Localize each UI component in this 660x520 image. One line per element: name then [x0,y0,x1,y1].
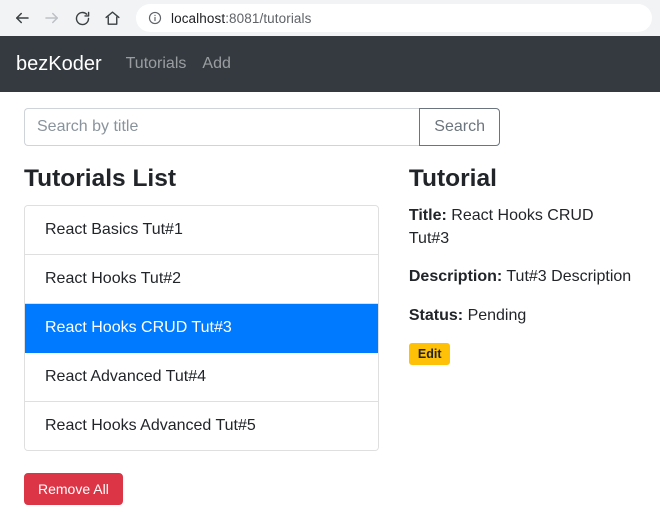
address-bar[interactable]: localhost:8081/tutorials [136,4,652,32]
arrow-right-icon [43,9,61,27]
arrow-left-icon [13,9,31,27]
url-text: localhost:8081/tutorials [171,11,312,26]
home-icon [104,10,121,27]
navbar-brand[interactable]: bezKoder [16,53,102,76]
app-navbar: bezKoder Tutorials Add [0,36,660,92]
info-circle-icon[interactable] [148,11,162,25]
nav-link-tutorials[interactable]: Tutorials [118,55,195,73]
list-item[interactable]: React Basics Tut#1 [25,206,378,256]
description-label: Description: [408,268,503,286]
tutorials-list: React Basics Tut#1 React Hooks Tut#2 Rea… [24,205,379,452]
page-content: Search Tutorials List React Basics Tut#1… [0,92,660,506]
edit-button[interactable]: Edit [408,342,451,365]
reload-icon [74,10,91,27]
tutorial-detail-heading: Tutorial [408,165,497,192]
forward-button [38,4,66,32]
remove-all-button[interactable]: Remove All [24,473,123,506]
status-value: Pending [467,306,527,324]
reload-button[interactable] [68,4,96,32]
title-label: Title: [408,207,447,225]
back-button[interactable] [8,4,36,32]
content-columns: Tutorials List React Basics Tut#1 React … [24,156,636,506]
list-item[interactable]: React Hooks Tut#2 [25,255,378,305]
url-host: localhost [171,10,226,26]
home-button[interactable] [98,4,126,32]
detail-row-status: Status: Pending [409,305,636,327]
tutorial-detail-panel: Tutorial Title: React Hooks CRUD Tut#3 D… [403,156,636,505]
nav-link-add[interactable]: Add [194,55,238,73]
search-button[interactable]: Search [419,108,500,146]
status-label: Status: [408,306,464,324]
tutorials-list-heading: Tutorials List [24,165,177,192]
detail-row-title: Title: React Hooks CRUD Tut#3 [409,205,636,250]
list-item[interactable]: React Advanced Tut#4 [25,353,378,403]
url-path: :8081/tutorials [225,10,312,26]
description-value: Tut#3 Description [506,268,632,286]
tutorials-list-panel: Tutorials List React Basics Tut#1 React … [24,156,379,506]
detail-row-description: Description: Tut#3 Description [409,266,636,288]
search-bar: Search [24,108,500,146]
search-input[interactable] [24,108,420,146]
list-item[interactable]: React Hooks Advanced Tut#5 [25,402,378,451]
browser-toolbar: localhost:8081/tutorials [0,0,660,36]
list-item[interactable]: React Hooks CRUD Tut#3 [25,304,378,354]
